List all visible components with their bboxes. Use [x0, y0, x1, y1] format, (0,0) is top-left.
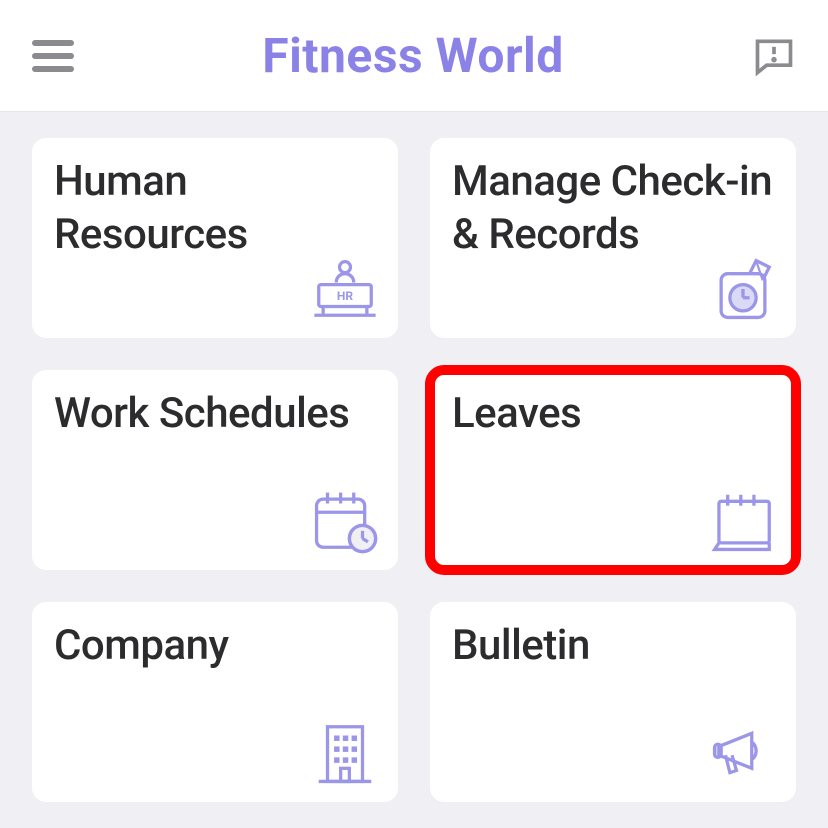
app-title: Fitness World [262, 27, 564, 84]
card-label: Company [54, 620, 376, 673]
card-label: Manage Check-in & Records [452, 156, 774, 261]
calendar-clock-icon [310, 486, 380, 556]
megaphone-icon [708, 718, 778, 788]
card-label: Work Schedules [54, 388, 376, 441]
menu-button[interactable] [32, 40, 74, 72]
card-manage-checkin[interactable]: Manage Check-in & Records [430, 138, 796, 338]
card-grid: Human Resources HR Manage Check-in & Rec… [0, 112, 828, 828]
card-company[interactable]: Company [32, 602, 398, 802]
card-leaves[interactable]: Leaves [430, 370, 796, 570]
card-label: Bulletin [452, 620, 774, 673]
building-icon [310, 718, 380, 788]
card-label: Leaves [452, 388, 774, 441]
svg-text:HR: HR [337, 289, 353, 303]
feedback-icon[interactable] [752, 34, 796, 78]
card-bulletin[interactable]: Bulletin [430, 602, 796, 802]
timecard-icon [708, 254, 778, 324]
card-label: Human Resources [54, 156, 376, 261]
hr-desk-icon: HR [310, 254, 380, 324]
card-work-schedules[interactable]: Work Schedules [32, 370, 398, 570]
app-header: Fitness World [0, 0, 828, 112]
calendar-leave-icon [708, 486, 778, 556]
card-human-resources[interactable]: Human Resources HR [32, 138, 398, 338]
